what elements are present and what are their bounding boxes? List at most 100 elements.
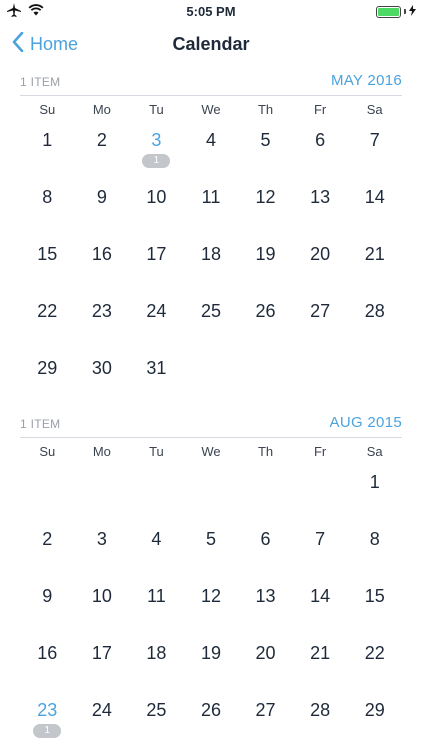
item-count: 1 ITEM (20, 75, 61, 89)
day-cell[interactable]: 6 (293, 120, 348, 177)
day-number: 2 (96, 130, 107, 150)
day-cell[interactable]: 19 (238, 234, 293, 291)
day-cell[interactable]: 16 (20, 633, 75, 690)
item-count: 1 ITEM (20, 417, 61, 431)
day-cell[interactable]: 21 (347, 234, 402, 291)
day-cell[interactable]: 30 (75, 348, 130, 405)
day-number: 23 (91, 301, 112, 321)
day-cell[interactable]: 29 (20, 348, 75, 405)
day-number: 6 (260, 529, 271, 549)
item-count-badge: 1 (33, 724, 62, 738)
day-cell[interactable]: 18 (129, 633, 184, 690)
day-number: 6 (315, 130, 326, 150)
weekday-label: Su (39, 443, 56, 459)
day-cell[interactable]: 15 (347, 576, 402, 633)
weekday-label: Th (257, 443, 274, 459)
day-cell[interactable]: 20 (293, 234, 348, 291)
day-number: 19 (255, 244, 276, 264)
day-grid: 1 2 3 4 5 6 7 8 9 10 11 12 13 14 15 16 17 18 19 20 21 22 23 1 24… (20, 462, 402, 747)
day-number: 3 (151, 130, 162, 150)
day-cell[interactable]: 8 (347, 519, 402, 576)
day-cell[interactable]: 10 (129, 177, 184, 234)
month-label[interactable]: AUG 2015 (330, 414, 402, 431)
day-cell[interactable]: 10 (75, 576, 130, 633)
day-cell[interactable]: 13 (238, 576, 293, 633)
month-section-may-2016: 1 ITEM MAY 2016 Su Mo Tu We Th Fr Sa 123… (20, 66, 402, 405)
day-cell[interactable]: 17 (129, 234, 184, 291)
day-number: 24 (91, 700, 112, 720)
day-cell[interactable]: 25 (184, 291, 239, 348)
day-cell[interactable]: 2 (20, 519, 75, 576)
day-cell[interactable]: 26 (238, 291, 293, 348)
weekday-row: Su Mo Tu We Th Fr Sa (20, 440, 402, 462)
day-cell[interactable]: 24 (129, 291, 184, 348)
day-number: 12 (200, 586, 221, 606)
day-cell[interactable]: 9 (20, 576, 75, 633)
day-cell[interactable]: 5 (184, 519, 239, 576)
weekday-label: Tu (149, 101, 164, 117)
day-cell[interactable]: 5 (238, 120, 293, 177)
day-cell[interactable]: 28 (293, 690, 348, 747)
day-cell[interactable]: 21 (293, 633, 348, 690)
day-cell[interactable]: 16 (75, 234, 130, 291)
weekday-label: Mo (92, 443, 111, 459)
day-cell[interactable]: 11 (184, 177, 239, 234)
day-cell[interactable]: 26 (184, 690, 239, 747)
day-cell[interactable]: 13 (293, 177, 348, 234)
day-cell[interactable]: 1 (347, 462, 402, 519)
month-label[interactable]: MAY 2016 (331, 72, 402, 89)
day-cell[interactable]: 17 (75, 633, 130, 690)
day-cell[interactable]: 4 (129, 519, 184, 576)
day-cell[interactable]: 4 (184, 120, 239, 177)
status-time: 5:05 PM (186, 4, 236, 19)
day-cell[interactable]: 12 (184, 576, 239, 633)
day-cell[interactable]: 22 (20, 291, 75, 348)
day-cell[interactable]: 7 (347, 120, 402, 177)
day-number: 1 (369, 472, 380, 492)
day-cell[interactable]: 14 (293, 576, 348, 633)
day-number: 21 (310, 643, 331, 663)
day-number: 31 (146, 358, 167, 378)
day-cell[interactable]: 31 (129, 120, 184, 177)
day-cell[interactable]: 31 (129, 348, 184, 405)
month-header: 1 ITEM AUG 2015 (20, 408, 402, 438)
weekday-label: We (201, 443, 221, 459)
day-number: 4 (151, 529, 162, 549)
day-cell[interactable]: 15 (20, 234, 75, 291)
day-cell[interactable]: 27 (238, 690, 293, 747)
day-cell[interactable]: 27 (293, 291, 348, 348)
day-cell[interactable]: 20 (238, 633, 293, 690)
day-cell[interactable]: 9 (75, 177, 130, 234)
day-cell[interactable]: 23 (75, 291, 130, 348)
day-cell[interactable]: 23 1 (20, 690, 75, 747)
day-cell[interactable]: 1 (20, 120, 75, 177)
day-cell[interactable]: 8 (20, 177, 75, 234)
day-number: 20 (310, 244, 331, 264)
day-cell[interactable]: 2 (75, 120, 130, 177)
day-cell[interactable]: 19 (184, 633, 239, 690)
day-cell[interactable]: 28 (347, 291, 402, 348)
day-cell[interactable]: 22 (347, 633, 402, 690)
day-cell[interactable]: 25 (129, 690, 184, 747)
day-number: 15 (37, 244, 58, 264)
day-cell[interactable]: 11 (129, 576, 184, 633)
day-cell[interactable]: 6 (238, 519, 293, 576)
day-cell[interactable]: 18 (184, 234, 239, 291)
day-number: 29 (37, 358, 58, 378)
day-cell[interactable]: 12 (238, 177, 293, 234)
day-cell[interactable]: 29 (347, 690, 402, 747)
empty-day-cell (293, 462, 348, 519)
day-number: 11 (201, 187, 221, 207)
charging-icon (409, 4, 416, 19)
day-cell[interactable]: 3 (75, 519, 130, 576)
day-number: 14 (310, 586, 331, 606)
weekday-label: Th (257, 101, 274, 117)
day-number: 2 (42, 529, 53, 549)
day-cell[interactable]: 24 (75, 690, 130, 747)
day-cell[interactable]: 14 (347, 177, 402, 234)
day-number: 16 (91, 244, 112, 264)
day-number: 18 (146, 643, 167, 663)
back-button[interactable]: Home (12, 31, 78, 57)
day-number: 30 (91, 358, 112, 378)
day-cell[interactable]: 7 (293, 519, 348, 576)
